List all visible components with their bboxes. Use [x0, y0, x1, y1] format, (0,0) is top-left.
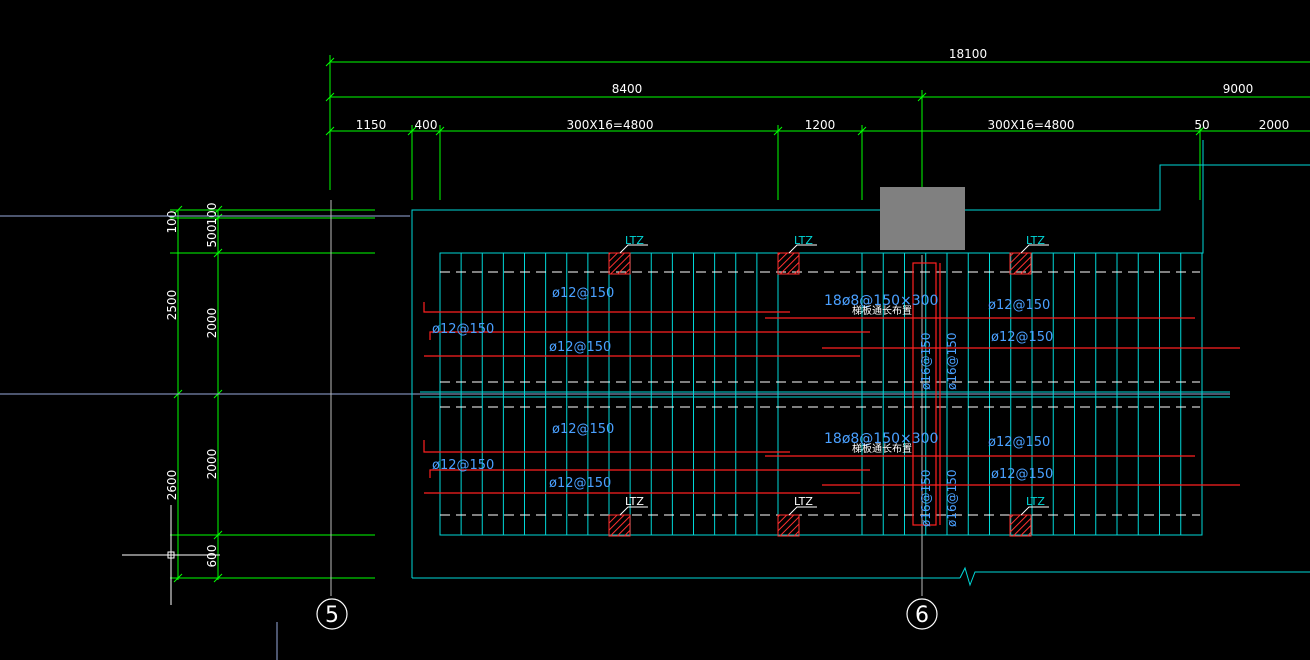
dim-v-100: 100: [165, 211, 179, 234]
ltz-label-5: LTZ: [794, 495, 813, 508]
vertical-rebar-b: ø16@150: [945, 332, 959, 390]
dim-left-spacing: 300X16=4800: [567, 118, 654, 132]
rebar-label-bot-left: ø12@150: [432, 458, 494, 473]
dim-right-spacing: 300X16=4800: [988, 118, 1075, 132]
ltz-label-6: LTZ: [1026, 495, 1045, 508]
ltz-label-4: LTZ: [625, 495, 644, 508]
rebar-label-top-r2: ø12@150: [991, 330, 1053, 345]
dim-400: 400: [415, 118, 438, 132]
rebar-label-top-left: ø12@150: [432, 322, 494, 337]
vertical-rebar-a: ø16@150: [919, 332, 933, 390]
rebar-label-bot-r1: ø12@150: [988, 435, 1050, 450]
dim-right-seg: 9000: [1223, 82, 1254, 96]
rebar-label-top-b: ø12@150: [549, 340, 611, 355]
ltz-label-1: LTZ: [625, 234, 644, 247]
rebar-label-bot-b: ø12@150: [549, 476, 611, 491]
dim-v-2600: 2600: [165, 470, 179, 501]
dim-v-2500: 2500: [165, 290, 179, 321]
rebar-label-bot-r2: ø12@150: [991, 467, 1053, 482]
dim-1200: 1200: [805, 118, 836, 132]
vertical-rebar-d: ø16@150: [945, 469, 959, 527]
dim-50: 50: [1194, 118, 1209, 132]
column-block: [880, 187, 965, 250]
dim-left-seg: 8400: [612, 82, 643, 96]
stirrup-note-bot: 梯板通长布置: [852, 442, 912, 455]
dim-2000: 2000: [1259, 118, 1290, 132]
rebar-label-top-r1: ø12@150: [988, 298, 1050, 313]
vertical-rebar-c: ø16@150: [919, 469, 933, 527]
dim-v-600: 600: [205, 545, 219, 568]
drawing-background: [0, 0, 1310, 660]
dim-v-500: 500: [205, 225, 219, 248]
dim-v-2000b: 2000: [205, 449, 219, 480]
ltz-label-2: LTZ: [794, 234, 813, 247]
dim-overall: 18100: [949, 47, 987, 61]
rebar-label-bot-a: ø12@150: [552, 422, 614, 437]
axis-label-5: 5: [325, 603, 339, 628]
dim-v-100b: 100: [205, 203, 219, 226]
rebar-label-top-a: ø12@150: [552, 286, 614, 301]
ltz-label-3: LTZ: [1026, 234, 1045, 247]
dim-1150: 1150: [356, 118, 387, 132]
dim-v-2000a: 2000: [205, 308, 219, 339]
stirrup-note-top: 梯板通长布置: [852, 304, 912, 317]
cad-drawing: 18100 8400 9000 1150 400 300X16=4800 120…: [0, 0, 1310, 660]
axis-label-6: 6: [915, 603, 929, 628]
